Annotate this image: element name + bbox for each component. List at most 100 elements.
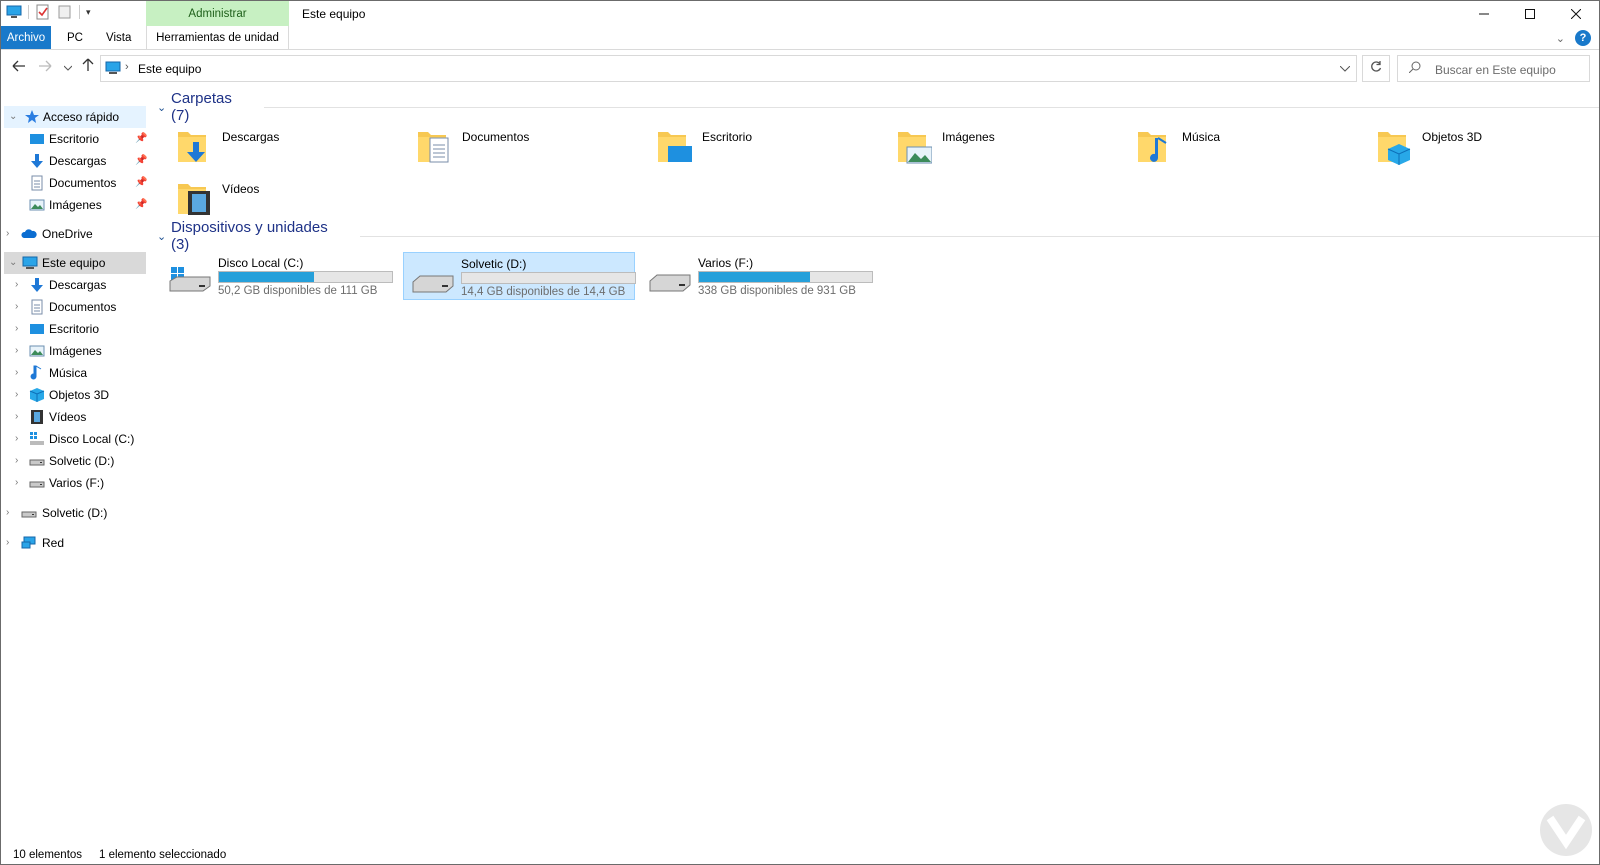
tab-drive-tools[interactable]: Herramientas de unidad	[146, 26, 289, 50]
chevron-right-icon[interactable]: ›	[15, 406, 18, 428]
folder-descargas[interactable]: Descargas	[164, 122, 389, 170]
sidebar-item-quick-access[interactable]: ⌄ Acceso rápido	[4, 106, 146, 128]
quick-access-toolbar: ▾	[6, 4, 102, 20]
sidebar-item-label: Red	[42, 536, 65, 550]
minimize-button[interactable]	[1461, 1, 1507, 26]
cube-3d-icon	[29, 388, 45, 402]
folder-name: Vídeos	[222, 182, 260, 196]
folder-name: Objetos 3D	[1422, 130, 1483, 144]
chevron-down-icon[interactable]: ⌄	[157, 101, 171, 114]
sidebar-item-pc-disco-c[interactable]: › Disco Local (C:)	[1, 428, 149, 450]
chevron-right-icon[interactable]: ›	[15, 450, 18, 472]
chevron-right-icon[interactable]: ›	[15, 318, 18, 340]
chevron-right-icon[interactable]: ›	[15, 296, 18, 318]
breadcrumb[interactable]: Este equipo	[138, 62, 201, 76]
pin-icon[interactable]: 📌	[135, 194, 147, 216]
address-bar[interactable]: › Este equipo	[100, 55, 1357, 82]
chevron-right-icon[interactable]: ›	[6, 223, 9, 245]
properties-icon[interactable]	[35, 4, 51, 20]
tab-pc[interactable]: PC	[59, 26, 91, 50]
help-icon[interactable]: ?	[1575, 30, 1591, 46]
chevron-right-icon[interactable]: ›	[15, 274, 18, 296]
drive-varios-f[interactable]: Varios (F:) 338 GB disponibles de 931 GB	[641, 252, 873, 300]
tab-vista[interactable]: Vista	[98, 26, 139, 50]
chevron-down-icon[interactable]: ⌄	[9, 106, 17, 128]
sidebar-item-label: OneDrive	[42, 227, 93, 241]
up-button[interactable]	[78, 58, 98, 78]
chevron-right-icon[interactable]: ›	[15, 428, 18, 450]
sidebar-item-pc-escritorio[interactable]: › Escritorio	[1, 318, 149, 340]
close-button[interactable]	[1553, 1, 1599, 26]
group-header-devices[interactable]: ⌄ Dispositivos y unidades (3)	[157, 219, 1599, 253]
customize-toolbar-icon[interactable]: ▾	[86, 4, 102, 20]
document-icon	[31, 175, 43, 191]
group-title: Dispositivos y unidades (3)	[170, 219, 328, 253]
chevron-right-icon[interactable]: ›	[6, 532, 9, 554]
chevron-right-icon[interactable]: ›	[6, 502, 9, 524]
expand-ribbon-icon[interactable]: ⌄	[1556, 32, 1565, 45]
sidebar-item-descargas[interactable]: Descargas 📌	[1, 150, 149, 172]
folder-name: Documentos	[462, 130, 530, 144]
maximize-button[interactable]	[1507, 1, 1553, 26]
sidebar-item-this-pc[interactable]: ⌄ Este equipo	[4, 252, 146, 274]
sidebar-item-imagenes[interactable]: Imágenes 📌	[1, 194, 149, 216]
chevron-down-icon[interactable]: ⌄	[157, 230, 171, 243]
sidebar-item-escritorio[interactable]: Escritorio 📌	[1, 128, 149, 150]
sidebar-item-network[interactable]: › Red	[1, 532, 149, 554]
drive-disco-local-c[interactable]: Disco Local (C:) 50,2 GB disponibles de …	[161, 252, 393, 300]
breadcrumb-separator-icon[interactable]: ›	[125, 61, 129, 73]
sidebar-item-onedrive[interactable]: › OneDrive	[1, 223, 149, 245]
sidebar-item-pc-solvetic-d[interactable]: › Solvetic (D:)	[1, 450, 149, 472]
ribbon-tabs: Archivo PC Vista Herramientas de unidad …	[1, 26, 1599, 50]
music-folder-icon	[1138, 132, 1167, 162]
sidebar-item-pc-descargas[interactable]: › Descargas	[1, 274, 149, 296]
sidebar-item-pc-documentos[interactable]: › Documentos	[1, 296, 149, 318]
sidebar-item-pc-varios-f[interactable]: › Varios (F:)	[1, 472, 149, 494]
sidebar-item-solvetic-d[interactable]: › Solvetic (D:)	[1, 502, 149, 524]
forward-button[interactable]	[35, 58, 55, 78]
folder-objetos-3d[interactable]: Objetos 3D	[1364, 122, 1589, 170]
drive-name: Disco Local (C:)	[218, 256, 304, 270]
tab-archivo[interactable]: Archivo	[1, 26, 51, 50]
chevron-down-icon[interactable]: ⌄	[9, 252, 17, 274]
group-header-folders[interactable]: ⌄ Carpetas (7)	[157, 90, 1599, 124]
chevron-right-icon[interactable]: ›	[15, 340, 18, 362]
sidebar-item-pc-videos[interactable]: › Vídeos	[1, 406, 149, 428]
folder-musica[interactable]: Música	[1124, 122, 1349, 170]
status-bar: 10 elementos 1 elemento seleccionado	[1, 847, 1599, 865]
recent-locations-button[interactable]	[58, 58, 78, 78]
pin-icon[interactable]: 📌	[135, 150, 147, 172]
chevron-right-icon[interactable]: ›	[15, 384, 18, 406]
sidebar-item-label: Descargas	[49, 278, 107, 292]
refresh-button[interactable]	[1362, 55, 1390, 82]
pc-icon	[22, 256, 38, 269]
back-button[interactable]	[9, 58, 29, 78]
divider	[79, 5, 80, 19]
pin-icon[interactable]: 📌	[135, 172, 147, 194]
sidebar-item-pc-objetos-3d[interactable]: › Objetos 3D	[1, 384, 149, 406]
pc-icon[interactable]	[6, 4, 22, 20]
pictures-folder-icon	[898, 132, 932, 164]
download-icon	[31, 154, 43, 168]
pin-icon[interactable]: 📌	[135, 128, 147, 150]
folder-imagenes[interactable]: Imágenes	[884, 122, 1109, 170]
search-input[interactable]: Buscar en Este equipo	[1435, 63, 1556, 77]
divider	[28, 5, 29, 19]
search-box[interactable]: Buscar en Este equipo	[1397, 55, 1590, 82]
folder-escritorio[interactable]: Escritorio	[644, 122, 869, 170]
chevron-right-icon[interactable]: ›	[15, 472, 18, 494]
up-arrow-icon	[82, 58, 94, 71]
drive-usage-bar	[461, 272, 636, 284]
chevron-down-icon[interactable]	[1339, 61, 1351, 75]
chevron-right-icon[interactable]: ›	[15, 362, 18, 384]
documents-folder-icon	[418, 132, 449, 163]
sidebar-item-pc-imagenes[interactable]: › Imágenes	[1, 340, 149, 362]
folder-documentos[interactable]: Documentos	[404, 122, 629, 170]
new-folder-icon[interactable]	[57, 4, 73, 20]
pictures-icon	[29, 345, 45, 357]
sidebar-item-documentos[interactable]: Documentos 📌	[1, 172, 149, 194]
drive-solvetic-d[interactable]: Solvetic (D:) 14,4 GB disponibles de 14,…	[403, 252, 636, 300]
sidebar-item-pc-musica[interactable]: › Música	[1, 362, 149, 384]
folder-videos[interactable]: Vídeos	[164, 174, 389, 222]
window-title: Este equipo	[302, 7, 366, 21]
